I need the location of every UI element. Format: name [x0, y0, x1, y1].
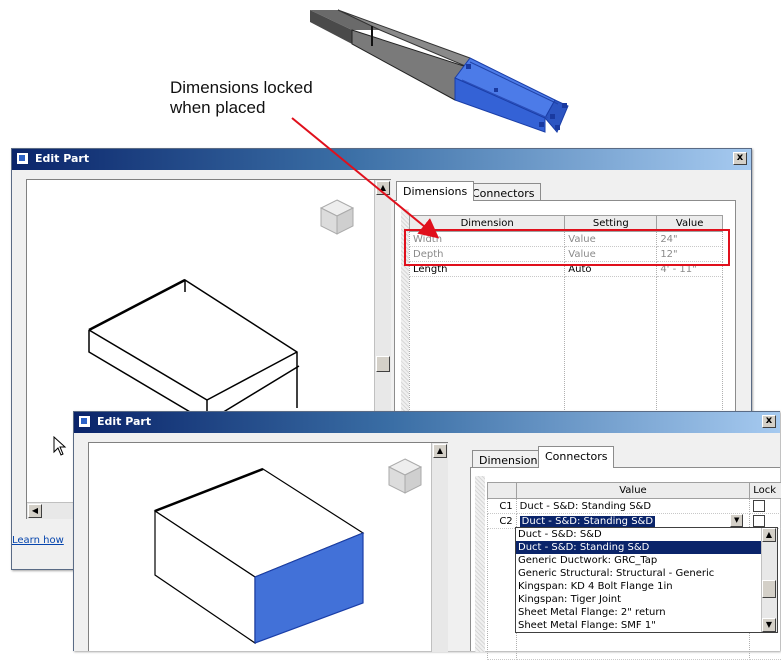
scroll-thumb[interactable]	[762, 580, 776, 598]
scroll-up-button[interactable]: ▲	[376, 181, 390, 195]
tab-connectors[interactable]: Connectors	[465, 183, 541, 201]
titlebar: Edit Part x	[12, 149, 751, 170]
lock-checkbox[interactable]	[753, 500, 765, 512]
column-header-lock[interactable]: Lock	[750, 483, 781, 499]
learn-how-link[interactable]: Learn how	[12, 535, 64, 546]
dropdown-option[interactable]: Generic Structural: Structural - Generic	[516, 567, 777, 580]
mouse-cursor-icon	[53, 436, 67, 456]
dropdown-option[interactable]: Sheet Metal Flange: SMF 1"	[516, 619, 777, 632]
dropdown-option[interactable]: Generic Ductwork: GRC_Tap	[516, 554, 777, 567]
dropdown-arrow-button[interactable]: ▼	[730, 514, 743, 527]
tab-label: Connectors	[545, 450, 607, 463]
scroll-thumb[interactable]	[376, 356, 390, 372]
part-preview-viewport[interactable]: ▲	[88, 442, 448, 651]
scroll-up-button[interactable]: ▲	[433, 444, 447, 458]
dropdown-scrollbar[interactable]: ▲ ▼	[761, 528, 777, 632]
connector-id-cell: C2	[488, 514, 517, 529]
dropdown-option[interactable]: Kingspan: Tiger Joint	[516, 593, 777, 606]
view-cube[interactable]	[387, 457, 423, 495]
scroll-up-button[interactable]: ▲	[762, 528, 776, 542]
tab-label: Dimensions	[479, 454, 543, 467]
tab-dimensions[interactable]: Dimensions	[396, 181, 474, 201]
window-title: Edit Part	[97, 415, 151, 428]
scroll-left-button[interactable]: ◀	[28, 504, 42, 518]
edit-part-window-front: Edit Part x ▲ Dimensions Connectors Val	[73, 411, 780, 651]
connector-dropdown-list[interactable]: Duct - S&D: S&D Duct - S&D: Standing S&D…	[515, 527, 778, 633]
window-icon	[78, 415, 91, 428]
tab-connectors[interactable]: Connectors	[538, 446, 614, 468]
table-row[interactable]: C1 Duct - S&D: Standing S&D	[488, 499, 781, 514]
callout-annotation: Dimensions locked when placed	[170, 78, 313, 118]
dropdown-option[interactable]: Duct - S&D: S&D	[516, 528, 777, 541]
lock-checkbox[interactable]	[753, 515, 765, 527]
lock-cell	[750, 499, 781, 514]
viewport-scrollbar-vertical[interactable]: ▲	[431, 443, 448, 652]
tab-label: Connectors	[472, 187, 534, 200]
titlebar: Edit Part x	[74, 412, 780, 433]
callout-line-2: when placed	[170, 98, 313, 118]
window-icon	[16, 152, 29, 165]
locked-dimensions-highlight	[404, 229, 730, 266]
column-header-id	[488, 483, 517, 499]
close-button[interactable]: x	[733, 152, 747, 165]
callout-line-1: Dimensions locked	[170, 78, 313, 98]
column-header-value[interactable]: Value	[516, 483, 750, 499]
dropdown-option[interactable]: Kingspan: KD 4 Bolt Flange 1in	[516, 580, 777, 593]
connectors-tab-panel: Value Lock C1 Duct - S&D: Standing S&D C…	[470, 467, 780, 651]
connector-id-cell: C1	[488, 499, 517, 514]
close-button[interactable]: x	[762, 415, 776, 428]
tab-label: Dimensions	[403, 185, 467, 198]
dropdown-option-selected[interactable]: Duct - S&D: Standing S&D	[516, 541, 777, 554]
connector-value-selected[interactable]: Duct - S&D: Standing S&D	[520, 516, 655, 527]
scroll-down-button[interactable]: ▼	[762, 618, 776, 632]
view-cube[interactable]	[319, 198, 355, 236]
duct-render-top	[0, 0, 781, 150]
panel-hatch	[475, 476, 485, 652]
dropdown-option[interactable]: Sheet Metal Flange: 2" return	[516, 606, 777, 619]
connector-value-cell[interactable]: Duct - S&D: Standing S&D	[516, 499, 750, 514]
window-title: Edit Part	[35, 152, 89, 165]
